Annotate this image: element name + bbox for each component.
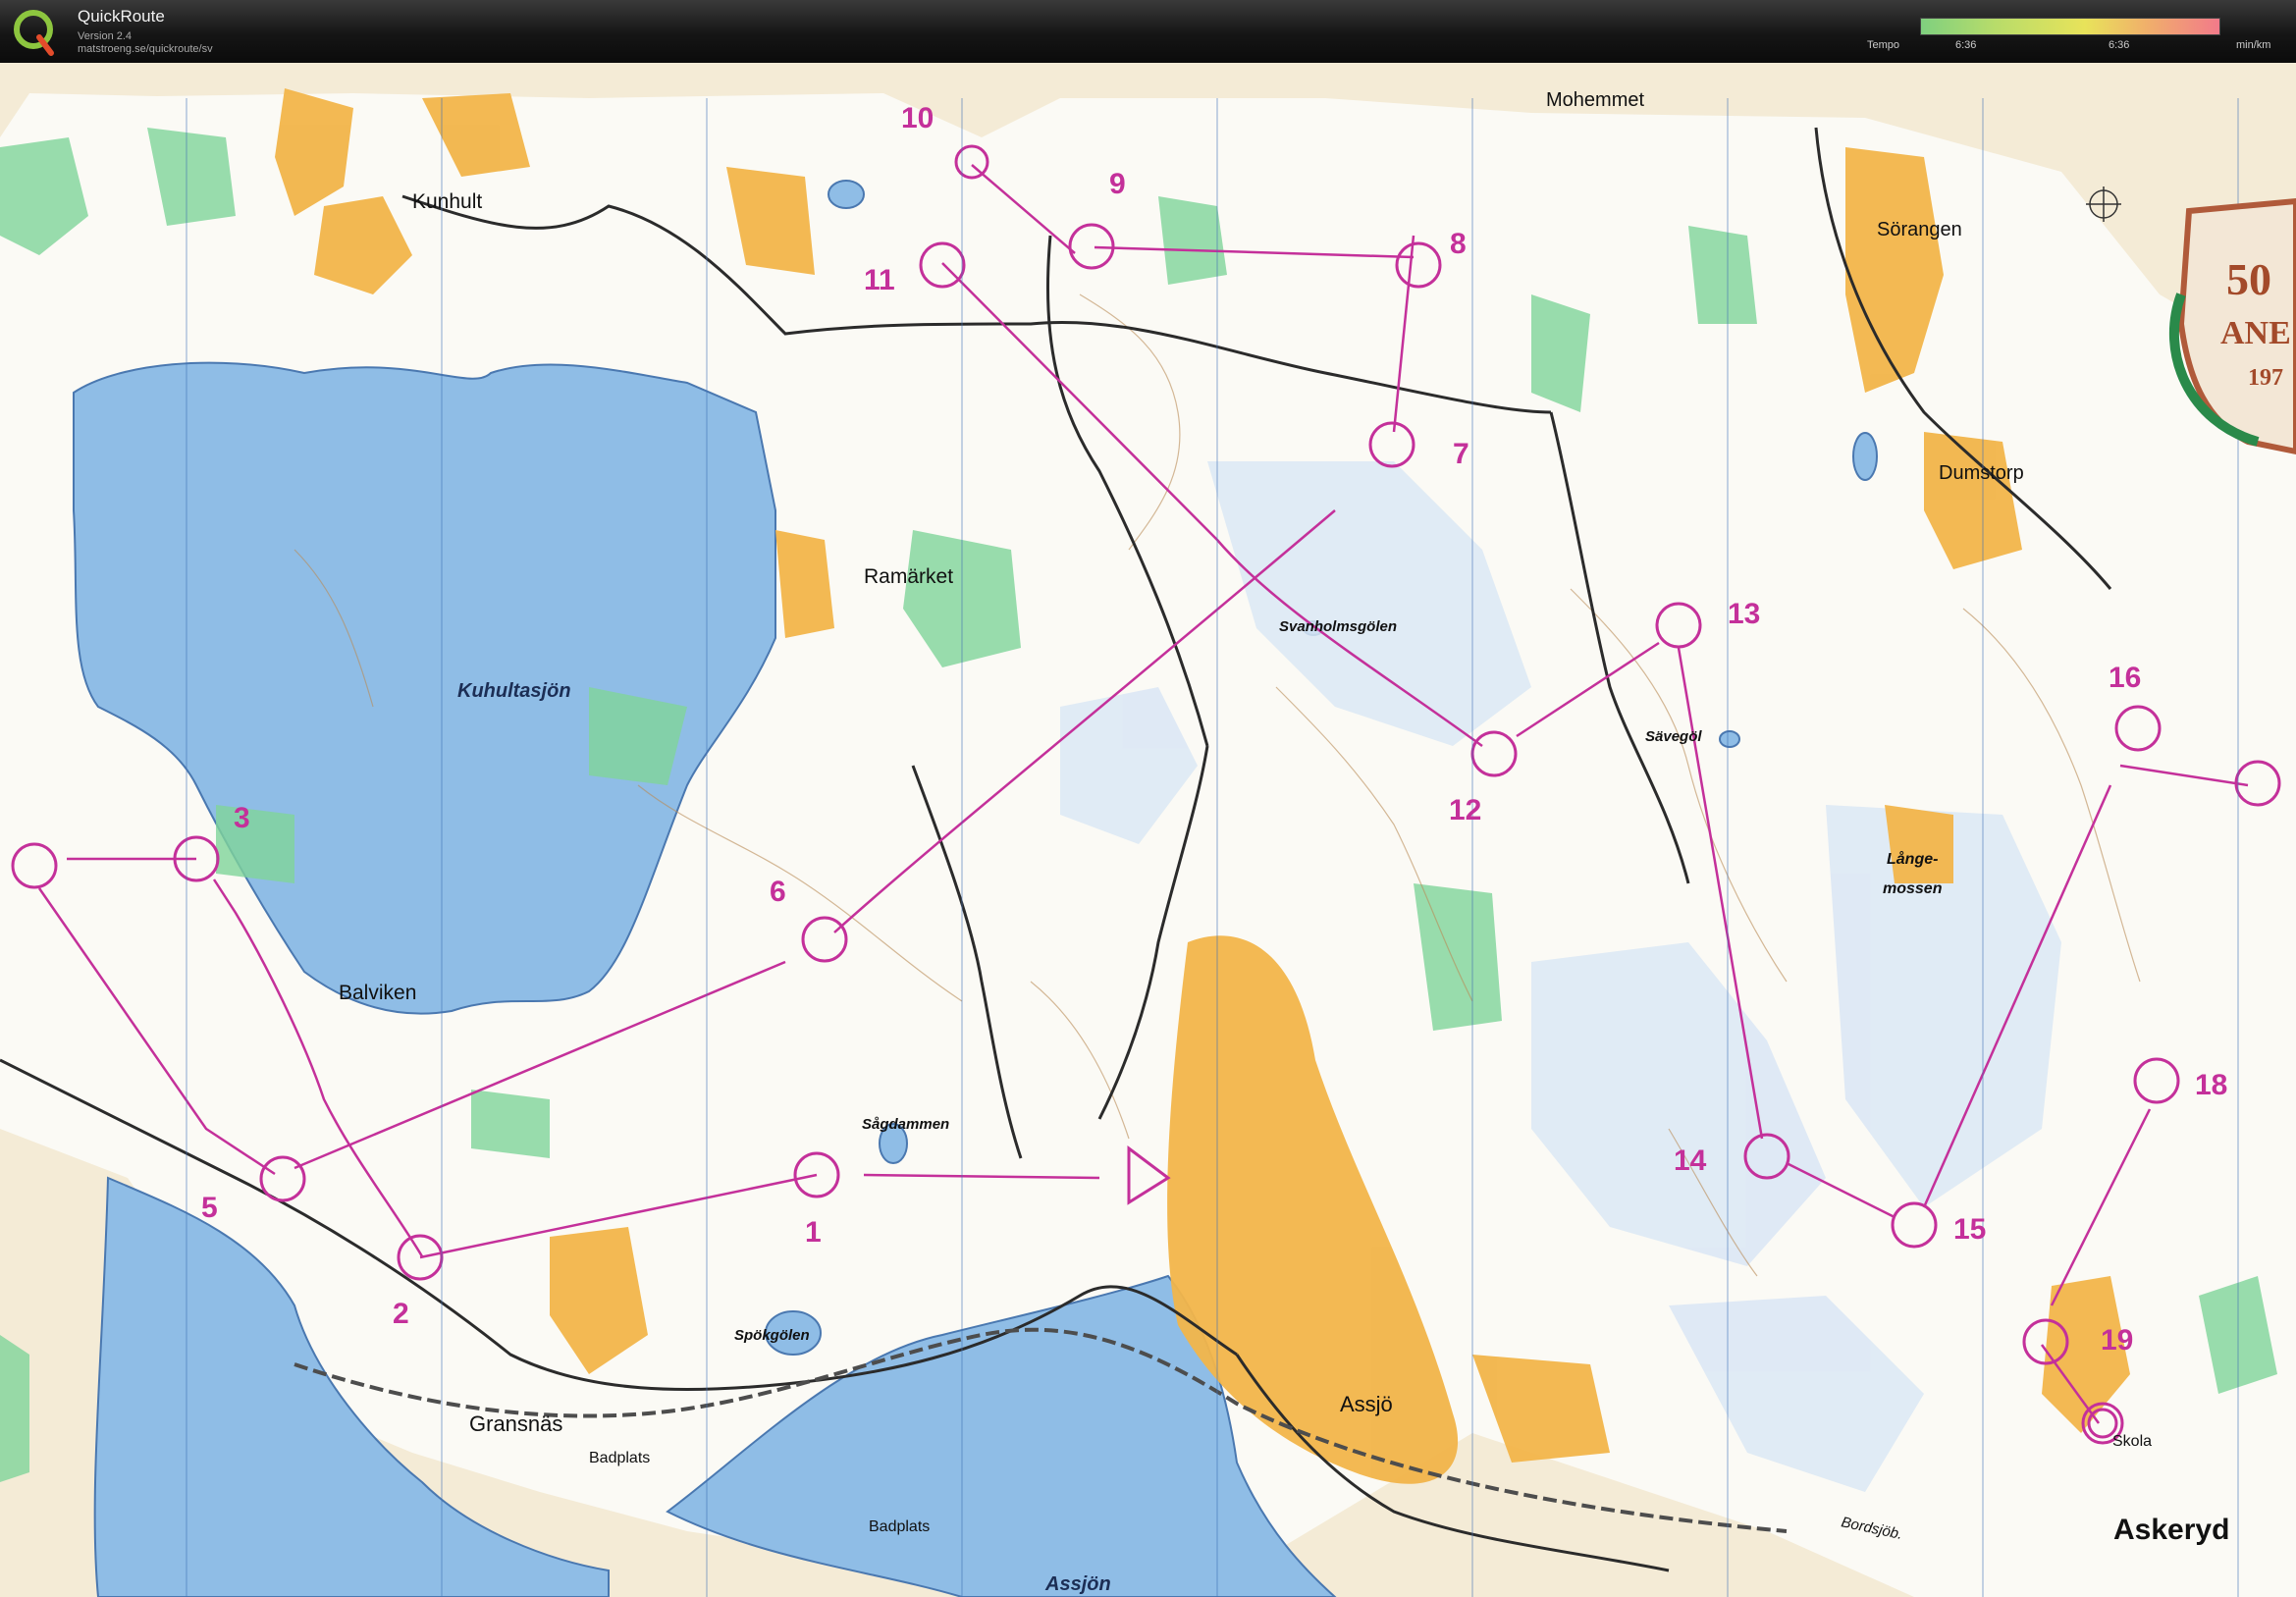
tempo-unit: min/km	[2236, 39, 2271, 51]
place-gransnas: Gransnäs	[469, 1411, 562, 1436]
control-number-12: 12	[1449, 794, 1481, 826]
place-sorangen: Sörangen	[1877, 219, 1962, 240]
app-header: QuickRoute Version 2.4 matstroeng.se/qui…	[0, 0, 2296, 63]
control-number-13: 13	[1728, 598, 1760, 630]
place-balviken: Balviken	[339, 982, 416, 1004]
control-number-16: 16	[2109, 662, 2141, 694]
place-assjo: Assjö	[1340, 1392, 1393, 1416]
map-canvas: 1 2 3 5 6 7 8 9 10 11 12 13 14 15 16 18 …	[0, 63, 2296, 1597]
pond-dumstorp	[1852, 432, 1878, 481]
control-number-2: 2	[393, 1298, 409, 1330]
place-kuhultasjon: Kuhultasjön	[457, 680, 571, 702]
pond-savegol	[1719, 730, 1740, 748]
place-mossen: mossen	[1883, 880, 1943, 897]
control-number-5: 5	[201, 1192, 218, 1224]
app-version: Version 2.4	[78, 30, 133, 42]
place-skola: Skola	[2112, 1433, 2152, 1450]
tempo-color-scale	[1920, 18, 2220, 35]
control-number-15: 15	[1953, 1213, 1986, 1246]
pond-north	[828, 180, 865, 209]
control-number-10: 10	[901, 102, 934, 134]
badge-text-line-1: 50	[2226, 254, 2271, 304]
place-askeryd: Askeryd	[2113, 1514, 2229, 1546]
place-assjon: Assjön	[1044, 1573, 1111, 1595]
place-mohemmet: Mohemmet	[1546, 89, 1644, 111]
control-number-7: 7	[1453, 438, 1469, 470]
place-badplats-west: Badplats	[589, 1450, 650, 1466]
app-url[interactable]: matstroeng.se/quickroute/sv	[78, 43, 213, 55]
tempo-label: Tempo	[1867, 39, 1900, 51]
app-title: QuickRoute	[78, 7, 165, 26]
place-sagdammen: Sågdammen	[862, 1116, 949, 1133]
control-number-14: 14	[1674, 1145, 1707, 1177]
orienteering-map[interactable]: 1 2 3 5 6 7 8 9 10 11 12 13 14 15 16 18 …	[0, 63, 2296, 1597]
place-savegol: Sävegöl	[1645, 728, 1702, 745]
control-number-8: 8	[1450, 228, 1467, 260]
place-spokgolen: Spökgölen	[734, 1327, 810, 1344]
place-lange: Långe-	[1887, 850, 1938, 868]
control-number-3: 3	[234, 802, 250, 834]
place-kunhult: Kunhult	[412, 190, 482, 213]
place-ramarket: Ramärket	[864, 565, 953, 588]
control-number-11: 11	[864, 264, 895, 296]
badge-text-line-2: ANE	[2220, 315, 2291, 351]
tempo-max-value: 6:36	[2109, 39, 2130, 51]
place-dumstorp: Dumstorp	[1939, 462, 2024, 484]
control-number-1: 1	[805, 1216, 822, 1249]
place-badplats-east: Badplats	[869, 1518, 930, 1535]
control-number-9: 9	[1109, 168, 1126, 200]
control-number-19: 19	[2101, 1324, 2133, 1357]
tempo-min-value: 6:36	[1955, 39, 1977, 51]
control-number-18: 18	[2195, 1069, 2227, 1101]
badge-text-line-3: 197	[2248, 365, 2283, 391]
quickroute-logo-icon	[14, 10, 54, 56]
control-number-6: 6	[770, 876, 786, 908]
place-svanholmsgolen: Svanholmsgölen	[1279, 618, 1397, 635]
